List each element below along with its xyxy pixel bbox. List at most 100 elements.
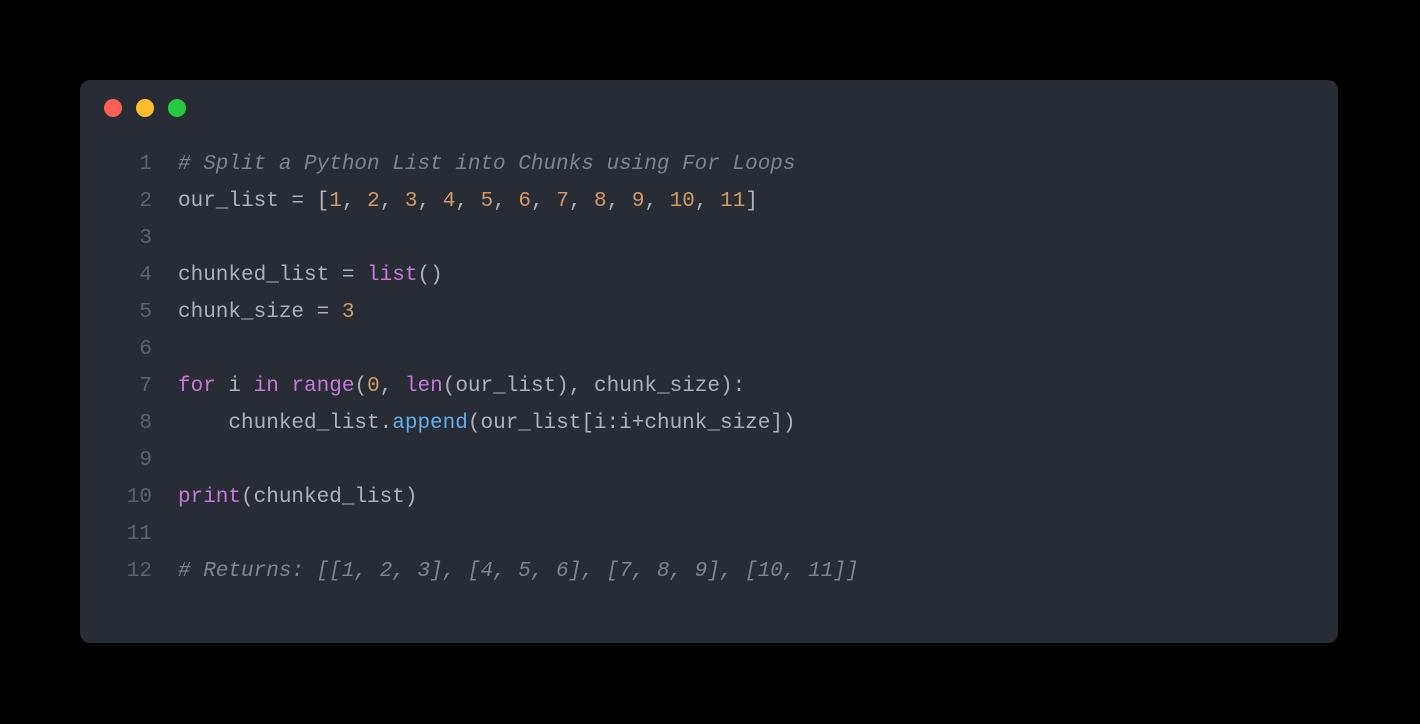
code-token: [ <box>581 412 594 435</box>
code-token: : <box>607 412 620 435</box>
code-token: [ <box>317 190 330 213</box>
code-token: 3 <box>342 301 355 324</box>
code-token: = <box>304 301 342 324</box>
code-token: , <box>569 190 594 213</box>
code-line: 2our_list = [1, 2, 3, 4, 5, 6, 7, 8, 9, … <box>108 183 1310 220</box>
code-line: 7for i in range(0, len(our_list), chunk_… <box>108 368 1310 405</box>
code-token: , <box>569 375 594 398</box>
code-token: # Split a Python List into Chunks using … <box>178 153 796 176</box>
code-token: ( <box>241 486 254 509</box>
code-block: 1# Split a Python List into Chunks using… <box>80 136 1338 618</box>
code-line: 11 <box>108 516 1310 553</box>
code-token: chunk_size <box>178 301 304 324</box>
code-token: 5 <box>481 190 494 213</box>
line-number: 3 <box>108 220 178 257</box>
code-token: append <box>392 412 468 435</box>
code-token: 1 <box>329 190 342 213</box>
code-token: 9 <box>632 190 645 213</box>
code-token: for <box>178 375 216 398</box>
code-token: ] <box>745 190 758 213</box>
code-token: in <box>254 375 279 398</box>
code-token: , <box>342 190 367 213</box>
line-number: 8 <box>108 405 178 442</box>
code-token: , <box>695 190 720 213</box>
code-token: ( <box>468 412 481 435</box>
code-token: i <box>216 375 254 398</box>
code-token: chunked_list <box>254 486 405 509</box>
code-token: , <box>531 190 556 213</box>
code-text <box>178 442 1310 479</box>
code-token: , <box>644 190 669 213</box>
code-token: list <box>367 264 417 287</box>
code-line: 3 <box>108 220 1310 257</box>
code-token: 2 <box>367 190 380 213</box>
code-token: chunk_size <box>644 412 770 435</box>
code-token: , <box>418 190 443 213</box>
code-token: ) <box>720 375 733 398</box>
code-token: our_list <box>480 412 581 435</box>
code-token: 3 <box>405 190 418 213</box>
line-number: 1 <box>108 146 178 183</box>
code-token: 6 <box>518 190 531 213</box>
line-number: 4 <box>108 257 178 294</box>
window-titlebar <box>80 80 1338 136</box>
code-token: print <box>178 486 241 509</box>
code-token: our_list <box>178 190 279 213</box>
code-text <box>178 220 1310 257</box>
code-token: 8 <box>594 190 607 213</box>
line-number: 2 <box>108 183 178 220</box>
code-token: ( <box>354 375 367 398</box>
code-line: 8 chunked_list.append(our_list[i:i+chunk… <box>108 405 1310 442</box>
code-text <box>178 331 1310 368</box>
code-window: 1# Split a Python List into Chunks using… <box>80 80 1338 643</box>
code-text: for i in range(0, len(our_list), chunk_s… <box>178 368 1310 405</box>
line-number: 6 <box>108 331 178 368</box>
code-token: chunked_list <box>178 264 329 287</box>
code-token: 4 <box>443 190 456 213</box>
line-number: 12 <box>108 553 178 590</box>
line-number: 10 <box>108 479 178 516</box>
code-token: # Returns: [[1, 2, 3], [4, 5, 6], [7, 8,… <box>178 560 859 583</box>
code-text: # Returns: [[1, 2, 3], [4, 5, 6], [7, 8,… <box>178 553 1310 590</box>
code-text: chunk_size = 3 <box>178 294 1310 331</box>
code-token: = <box>329 264 367 287</box>
code-token: ) <box>783 412 796 435</box>
code-token: , <box>455 190 480 213</box>
code-token: + <box>632 412 645 435</box>
code-line: 5chunk_size = 3 <box>108 294 1310 331</box>
code-token: our_list <box>455 375 556 398</box>
code-token: , <box>380 375 405 398</box>
code-token: ] <box>770 412 783 435</box>
code-line: 9 <box>108 442 1310 479</box>
code-line: 4chunked_list = list() <box>108 257 1310 294</box>
code-line: 12# Returns: [[1, 2, 3], [4, 5, 6], [7, … <box>108 553 1310 590</box>
minimize-icon[interactable] <box>136 99 154 117</box>
code-token: ( <box>443 375 456 398</box>
code-line: 10print(chunked_list) <box>108 479 1310 516</box>
code-text: chunked_list = list() <box>178 257 1310 294</box>
code-token: ) <box>556 375 569 398</box>
code-token: range <box>291 375 354 398</box>
code-text: # Split a Python List into Chunks using … <box>178 146 1310 183</box>
code-token: 7 <box>556 190 569 213</box>
code-token: i <box>594 412 607 435</box>
close-icon[interactable] <box>104 99 122 117</box>
zoom-icon[interactable] <box>168 99 186 117</box>
code-token: , <box>380 190 405 213</box>
code-token: 10 <box>670 190 695 213</box>
code-text: print(chunked_list) <box>178 479 1310 516</box>
line-number: 9 <box>108 442 178 479</box>
code-token: : <box>733 375 746 398</box>
code-text: chunked_list.append(our_list[i:i+chunk_s… <box>178 405 1310 442</box>
code-token: ) <box>405 486 418 509</box>
code-token <box>279 375 292 398</box>
line-number: 11 <box>108 516 178 553</box>
code-token: , <box>493 190 518 213</box>
code-text <box>178 516 1310 553</box>
code-token: chunked_list <box>178 412 380 435</box>
line-number: 5 <box>108 294 178 331</box>
code-token: len <box>405 375 443 398</box>
code-token: = <box>279 190 317 213</box>
line-number: 7 <box>108 368 178 405</box>
code-token: , <box>607 190 632 213</box>
